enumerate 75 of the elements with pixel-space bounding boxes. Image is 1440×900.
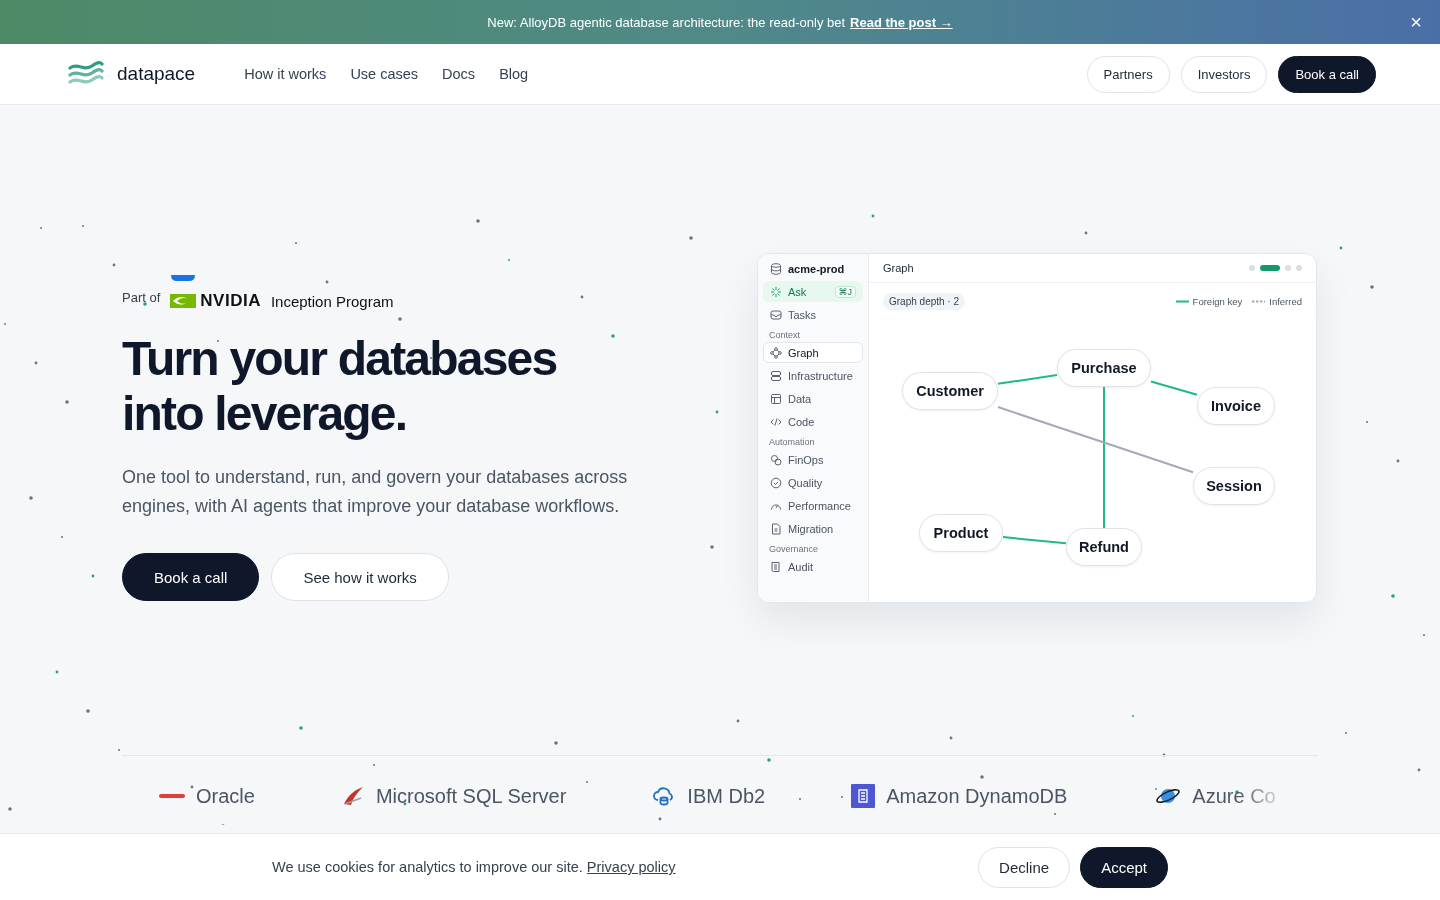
graph-edge — [997, 374, 1058, 385]
sidebar-item[interactable]: acme-prod — [763, 258, 863, 279]
sidebar-item[interactable]: FinOps — [763, 449, 863, 470]
graph-node[interactable]: Customer — [902, 372, 998, 410]
partner-program: Inception Program — [270, 292, 394, 310]
announcement-text: New: AlloyDB agentic database architecture: the read-only bet — [487, 14, 846, 30]
brand-name[interactable]: datapace — [117, 63, 196, 85]
graph-node[interactable]: Refund — [1066, 528, 1142, 566]
decline-button[interactable]: Decline — [978, 846, 1071, 888]
sidebar-item[interactable]: Tasks — [763, 304, 863, 325]
hero-subtitle: One tool to understand, run, and govern your databases across engines, with AI agents that improve your database workflows. — [122, 466, 629, 518]
coins-icon — [770, 453, 782, 466]
sidebar-heading: Context — [768, 329, 802, 342]
oracle-logo-icon — [159, 794, 185, 798]
database-name: Oracle — [196, 784, 255, 808]
sidebar-heading: Automation — [768, 436, 816, 449]
graph-depth-chip: Graph depth · 2 — [883, 293, 966, 310]
graph-node[interactable]: Invoice — [1197, 387, 1275, 425]
nav-button[interactable]: Partners — [1086, 55, 1170, 93]
graph-node[interactable]: Session — [1193, 467, 1275, 505]
legend-label: Foreign key — [1192, 296, 1243, 307]
book-call-button[interactable]: Book a call — [1278, 55, 1376, 93]
accept-button[interactable]: Accept — [1080, 846, 1168, 888]
scroll-icon — [770, 560, 782, 573]
sidebar-item[interactable]: Audit — [763, 556, 863, 577]
sidebar-item[interactable]: Performance — [763, 495, 863, 516]
close-button[interactable]: × — [1406, 10, 1426, 34]
nav-button[interactable]: Investors — [1180, 55, 1268, 93]
sidebar-item[interactable]: Code — [763, 411, 863, 432]
database-name: IBM Db2 — [687, 784, 766, 808]
check-icon — [770, 476, 782, 489]
file-icon — [770, 522, 782, 535]
sidebar-heading: Governance — [768, 543, 820, 556]
nav-link[interactable]: Docs — [442, 66, 476, 82]
read-post-link[interactable]: Read the post → — [850, 14, 953, 30]
sidebar-item[interactable]: Graph — [763, 342, 863, 363]
nav-link[interactable]: How it works — [244, 66, 327, 82]
graph-edge — [1150, 380, 1198, 396]
hero-title: Turn your databases into leverage. — [122, 331, 558, 441]
sidebar-item[interactable]: Migration — [763, 518, 863, 539]
database-icon — [770, 262, 782, 275]
cookie-text: We use cookies for analytics to improve our site. Privacy policy — [272, 859, 676, 875]
nav-link[interactable]: Blog — [499, 66, 529, 82]
pager-dot[interactable] — [1296, 265, 1302, 271]
legend-label: Inferred — [1269, 296, 1302, 307]
sparkle-icon — [770, 285, 782, 298]
pager-dot[interactable] — [1249, 265, 1255, 271]
code-icon — [770, 415, 782, 428]
sidebar-item[interactable]: Ask ⌘J — [763, 281, 863, 302]
book-call-button[interactable]: Book a call — [122, 553, 260, 601]
graph-icon — [770, 346, 782, 359]
line-icon — [1175, 300, 1189, 303]
dynamodb-logo-icon — [851, 784, 876, 808]
server-icon — [770, 369, 782, 382]
graph-node[interactable]: Purchase — [1057, 349, 1151, 387]
see-how-button[interactable]: See how it works — [271, 553, 449, 601]
panel-title: Graph — [883, 262, 914, 274]
logo-fragment-icon — [171, 275, 196, 281]
partner-logo-text: NVIDIA — [200, 291, 261, 311]
table-icon — [770, 392, 782, 405]
graph-node[interactable]: Product — [919, 514, 1003, 552]
sidebar-item[interactable]: Data — [763, 388, 863, 409]
sidebar-item[interactable]: Infrastructure — [763, 365, 863, 386]
privacy-policy-link[interactable]: Privacy policy — [586, 859, 676, 875]
nav-link[interactable]: Use cases — [350, 66, 419, 82]
database-name: Amazon DynamoDB — [886, 784, 1068, 808]
pager-dot[interactable] — [1285, 265, 1291, 271]
dashed-line-icon — [1252, 300, 1266, 303]
inbox-icon — [770, 308, 782, 321]
graph-edge — [1002, 536, 1067, 545]
sidebar-item[interactable]: Quality — [763, 472, 863, 493]
shortcut-badge: ⌘J — [834, 285, 856, 298]
part-of-label: Part of — [122, 290, 161, 305]
eye-logo-icon — [170, 294, 197, 308]
database-name: Microsoft SQL Server — [375, 784, 567, 808]
